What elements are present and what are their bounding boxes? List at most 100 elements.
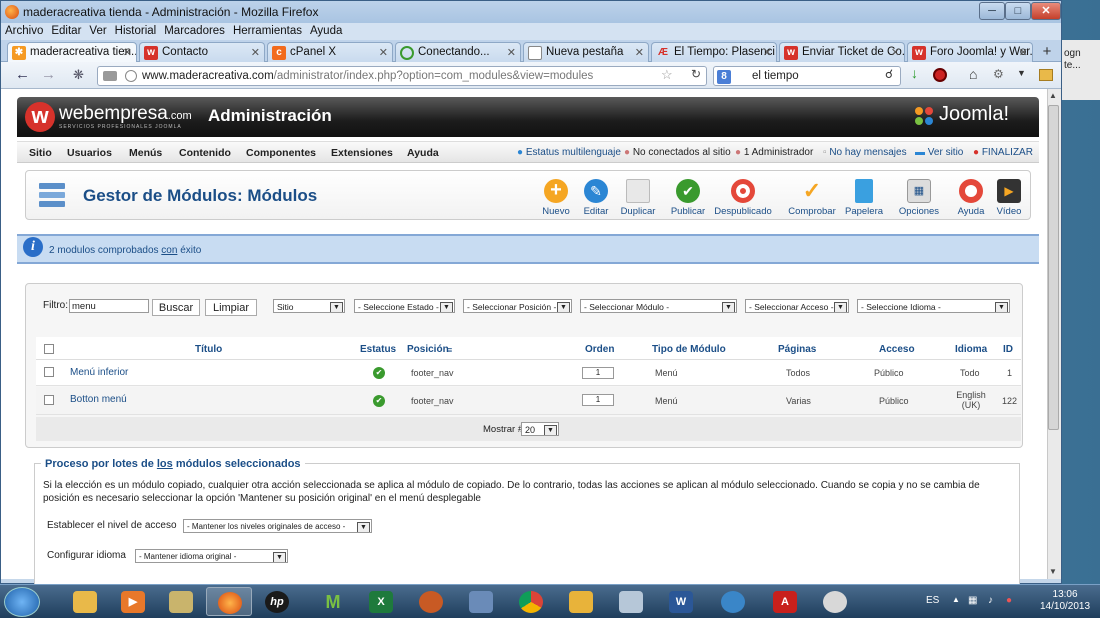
order-input[interactable]: 1 (582, 394, 614, 406)
submenu-usuarios[interactable]: Usuarios (67, 147, 112, 159)
taskbar-app-acrobat[interactable]: A (762, 587, 808, 616)
column-pages[interactable]: Páginas (778, 344, 816, 355)
submenu-sitio[interactable]: Sitio (29, 147, 52, 159)
forward-arrow-icon[interactable]: → (41, 66, 56, 83)
unpublish-button[interactable]: Despublicado (711, 177, 775, 219)
column-access[interactable]: Acceso (879, 344, 915, 355)
tab-close-icon[interactable]: ✕ (123, 46, 132, 59)
taskbar-app-folder-tools[interactable] (158, 587, 204, 616)
column-module-type[interactable]: Tipo de Módulo (652, 344, 726, 355)
minimize-button[interactable]: ─ (979, 2, 1005, 20)
submenu-contenido[interactable]: Contenido (179, 147, 231, 159)
taskbar-app-calendar[interactable] (458, 587, 504, 616)
network-icon[interactable]: ▦ (968, 595, 977, 606)
published-check-icon[interactable]: ✔ (373, 395, 385, 407)
tab-el-tiempo[interactable]: Æ El Tiempo: Plasenci... ✕ (651, 42, 777, 62)
taskbar-app-paint[interactable] (812, 587, 858, 616)
volume-icon[interactable]: ♪ (988, 595, 993, 606)
options-button[interactable]: ▦ Opciones (894, 177, 944, 219)
tray-arrow-icon[interactable]: ▲ (952, 595, 960, 604)
tab-close-icon[interactable]: ✕ (1019, 46, 1028, 59)
taskbar-app-movistar[interactable]: M (310, 587, 356, 616)
submenu-extensiones[interactable]: Extensiones (331, 147, 393, 159)
status-multilanguage[interactable]: ● Estatus multilenguaje (517, 147, 621, 158)
search-button[interactable]: Buscar (152, 299, 200, 316)
addon-icon[interactable] (933, 68, 947, 82)
tab-contacto[interactable]: w Contacto ✕ (139, 42, 265, 62)
select-all-checkbox[interactable] (44, 344, 54, 354)
taskbar-clock[interactable]: 13:06 14/10/2013 (1040, 589, 1090, 613)
status-select[interactable]: - Seleccione Estado - (354, 299, 455, 313)
tab-close-icon[interactable]: ✕ (763, 46, 772, 59)
logout-link[interactable]: ● FINALIZAR (973, 147, 1033, 158)
publish-button[interactable]: ✔ Publicar (663, 177, 713, 219)
menu-ver[interactable]: Ver (85, 23, 110, 37)
tools-icon[interactable]: ⚙ (993, 67, 1004, 81)
taskbar-app-word[interactable]: W (658, 587, 704, 616)
check-in-button[interactable]: ✓ Comprobar (785, 177, 839, 219)
taskbar-app-messenger[interactable] (710, 587, 756, 616)
status-admin-count[interactable]: ● 1 Administrador (735, 147, 813, 158)
batch-access-select[interactable]: - Mantener los niveles originales de acc… (183, 519, 372, 533)
folder-icon[interactable] (1039, 69, 1053, 81)
module-type-select[interactable]: - Seleccionar Módulo - (580, 299, 737, 313)
tab-close-icon[interactable]: ✕ (507, 46, 516, 59)
close-button[interactable]: ✕ (1031, 2, 1061, 20)
tab-enviar-ticket[interactable]: w Enviar Ticket de Co... ✕ (779, 42, 905, 62)
batch-language-select[interactable]: - Mantener idioma original - (135, 549, 288, 563)
show-count-select[interactable]: 20 (521, 422, 559, 436)
menu-editar[interactable]: Editar (47, 23, 85, 37)
new-tab-button[interactable]: + (1037, 43, 1057, 61)
module-title-link[interactable]: Menú inferior (70, 367, 128, 378)
tab-foro-joomla[interactable]: w Foro Joomla! y Wor... ✕ (907, 42, 1033, 62)
column-order[interactable]: Orden (585, 344, 614, 355)
tab-close-icon[interactable]: ✕ (251, 46, 260, 59)
order-input[interactable]: 1 (582, 367, 614, 379)
power-icon[interactable]: ● (1006, 595, 1012, 606)
menu-archivo[interactable]: Archivo (1, 23, 47, 37)
column-status[interactable]: Estatus (360, 344, 396, 355)
tab-close-icon[interactable]: ✕ (891, 46, 900, 59)
taskbar-app-game[interactable] (408, 587, 454, 616)
scroll-up-arrow-icon[interactable]: ▲ (1049, 91, 1057, 100)
tab-nueva-pestana[interactable]: Nueva pestaña ✕ (523, 42, 649, 62)
search-input[interactable]: el tiempo (713, 66, 901, 86)
taskbar-app-notes[interactable] (558, 587, 604, 616)
trash-button[interactable]: Papelera (839, 177, 889, 219)
tab-cpanel[interactable]: c cPanel X ✕ (267, 42, 393, 62)
status-users-offline[interactable]: ● No conectados al sitio (624, 147, 731, 158)
tab-maderacreativa[interactable]: ✱ maderacreativa tien... ✕ (7, 42, 137, 62)
taskbar-app-explorer[interactable] (62, 587, 108, 616)
module-title-link[interactable]: Botton menú (70, 394, 127, 405)
scroll-down-arrow-icon[interactable]: ▼ (1049, 567, 1057, 576)
taskbar-app-hp[interactable]: hp (254, 587, 300, 616)
menu-dropdown-icon[interactable]: ▼ (1017, 68, 1026, 78)
tab-close-icon[interactable]: ✕ (379, 46, 388, 59)
column-language[interactable]: Idioma (955, 344, 987, 355)
column-position[interactable]: Posición (407, 344, 449, 355)
home-icon[interactable]: ⌂ (969, 66, 977, 82)
language-select[interactable]: - Seleccione Idioma - (857, 299, 1010, 313)
video-button[interactable]: ▶ Vídeo (984, 177, 1034, 219)
maximize-button[interactable]: □ (1005, 2, 1031, 20)
site-select[interactable]: Sitio (273, 299, 345, 313)
taskbar-app-excel[interactable]: X (358, 587, 404, 616)
submenu-componentes[interactable]: Componentes (246, 147, 316, 159)
menu-historial[interactable]: Historial (111, 23, 161, 37)
taskbar-app-chrome[interactable] (508, 587, 554, 616)
taskbar-app-calculator[interactable] (608, 587, 654, 616)
bookmark-star-icon[interactable]: ☆ (661, 67, 673, 83)
tab-conectando[interactable]: Conectando... ✕ (395, 42, 521, 62)
status-view-site[interactable]: ▬ Ver sitio (915, 147, 963, 158)
column-title[interactable]: Título (195, 344, 222, 355)
start-button[interactable] (4, 587, 40, 617)
published-check-icon[interactable]: ✔ (373, 367, 385, 379)
url-bar[interactable]: www.maderacreativa.com/administrator/ind… (97, 66, 707, 86)
position-select[interactable]: - Seleccionar Posición - (463, 299, 572, 313)
scrollbar-thumb[interactable] (1048, 105, 1059, 430)
taskbar-app-media-player[interactable]: ▶ (110, 587, 156, 616)
duplicate-button[interactable]: Duplicar (613, 177, 663, 219)
submenu-menus[interactable]: Menús (129, 147, 162, 159)
status-messages[interactable]: ▫ No hay mensajes (823, 147, 907, 158)
download-arrow-icon[interactable]: ↓ (911, 65, 918, 81)
